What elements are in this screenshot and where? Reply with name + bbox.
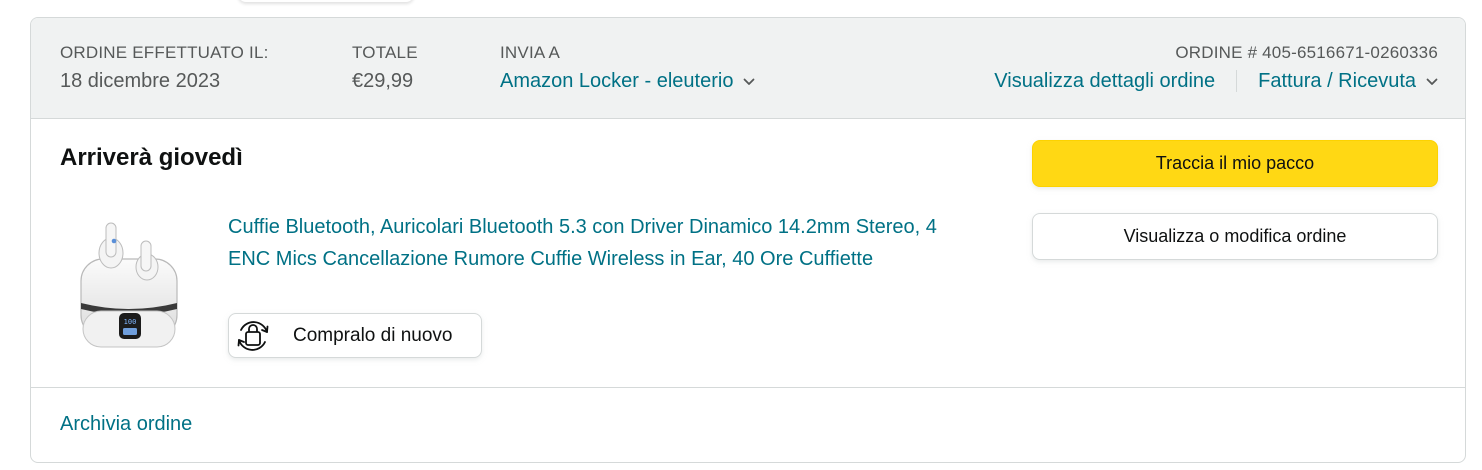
order-links: Visualizza dettagli ordine Fattura / Ric… [994, 69, 1438, 93]
chevron-down-icon [744, 78, 755, 85]
buy-again-button[interactable]: Compralo di nuovo [228, 313, 482, 358]
order-header: ORDINE EFFETTUATO IL: 18 dicembre 2023 T… [31, 18, 1465, 119]
order-number-block: ORDINE # 405-6516671-0260336 Visualizza … [994, 43, 1438, 93]
product-title-link[interactable]: Cuffie Bluetooth, Auricolari Bluetooth 5… [228, 211, 948, 275]
order-card: ORDINE EFFETTUATO IL: 18 dicembre 2023 T… [30, 17, 1466, 463]
chevron-down-icon [1426, 78, 1438, 85]
order-date-label: ORDINE EFFETTUATO IL: [60, 43, 269, 62]
order-total-block: TOTALE €29,99 [352, 43, 418, 93]
invoice-link-label: Fattura / Ricevuta [1258, 70, 1416, 92]
buy-again-icon [237, 320, 269, 351]
previous-tab-edge [238, 0, 414, 2]
order-total-label: TOTALE [352, 43, 418, 62]
view-edit-order-button[interactable]: Visualizza o modifica ordine [1032, 213, 1438, 260]
order-footer: Archivia ordine [31, 387, 1465, 462]
order-number: ORDINE # 405-6516671-0260336 [1175, 43, 1438, 62]
invoice-dropdown[interactable]: Fattura / Ricevuta [1258, 69, 1438, 93]
buy-again-label: Compralo di nuovo [293, 324, 453, 346]
ship-to-dropdown[interactable]: Amazon Locker - eleuterio [500, 69, 755, 93]
battery-display: 100 [124, 318, 137, 326]
order-date-block: ORDINE EFFETTUATO IL: 18 dicembre 2023 [60, 43, 269, 93]
archive-order-link[interactable]: Archivia ordine [60, 413, 192, 436]
ship-to-value: Amazon Locker - eleuterio [500, 70, 734, 92]
order-date-value: 18 dicembre 2023 [60, 70, 221, 92]
link-divider [1236, 70, 1238, 92]
order-total-value: €29,99 [352, 70, 414, 92]
ship-to-block: INVIA A Amazon Locker - eleuterio [500, 43, 755, 93]
view-order-details-link[interactable]: Visualizza dettagli ordine [994, 69, 1215, 93]
track-package-button[interactable]: Traccia il mio pacco [1032, 140, 1438, 187]
delivery-status: Arriverà giovedì [60, 144, 243, 171]
earbuds-product-image[interactable]: 100 [75, 211, 185, 356]
ship-to-label: INVIA A [500, 43, 560, 62]
